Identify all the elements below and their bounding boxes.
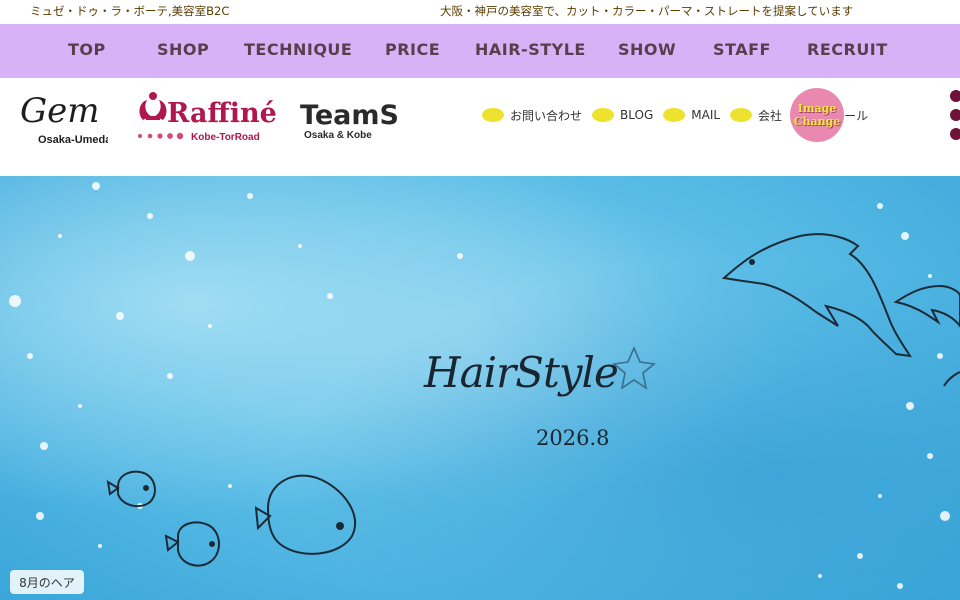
teams-logo-name: TeamS [300,100,399,131]
yellow-dot-icon [482,108,504,122]
nav-item-hair-style[interactable]: HAIR-STYLE [475,40,586,59]
gem-logo-name: Gem [20,91,100,131]
nav-item-show[interactable]: SHOW [618,40,676,59]
nav-item-price[interactable]: PRICE [385,40,440,59]
raffine-dots-icon [138,132,184,140]
teams-logo-sub: Osaka & Kobe [304,130,372,141]
teams-logo[interactable]: TeamS Osaka & Kobe [298,88,414,144]
raffine-logo-sub: Kobe-TorRoad [191,132,260,143]
shop-logo-bar: Gem Osaka-Umeda Raffiné Kobe-TorRoad Tea… [0,78,960,176]
image-change-line1: Image [797,102,837,115]
hero-date: 2026.8 [536,426,610,450]
gem-logo-sub: Osaka-Umeda [38,134,108,146]
raffine-crest-icon [139,92,167,120]
main-nav: TOP SHOP TECHNIQUE PRICE HAIR-STYLE SHOW… [0,24,960,78]
hero-month-badge[interactable]: 8月のヘア [10,570,84,594]
nav-item-recruit[interactable]: RECRUIT [807,40,888,59]
link-mail-label: MAIL [691,108,721,122]
site-description: 大阪・神戸の美容室で、カット・カラー・パーマ・ストレートを提案しています [440,4,854,18]
image-change-button[interactable]: Image Change [790,88,844,142]
nav-item-top[interactable]: TOP [68,40,106,59]
link-contact[interactable]: お問い合わせ [482,107,582,124]
link-company[interactable]: 会社 [730,107,782,124]
link-mail[interactable]: MAIL [663,108,720,122]
raffine-logo[interactable]: Raffiné Kobe-TorRoad [133,84,285,144]
top-info-bar: ミュゼ・ドゥ・ラ・ボーテ,美容室B2C 大阪・神戸の美容室で、カット・カラー・パ… [0,0,960,24]
link-blog-label: BLOG [620,108,654,122]
nav-item-technique[interactable]: TECHNIQUE [244,40,352,59]
yellow-dot-icon [663,108,686,122]
menu-dots-icon[interactable] [950,90,960,140]
link-blog[interactable]: BLOG [592,108,653,122]
yellow-dot-icon [730,108,753,122]
raffine-logo-name: Raffiné [167,98,277,129]
image-change-line2: Change [793,115,841,128]
link-contact-label: お問い合わせ [510,108,583,123]
hero-banner: HairStyle 2026.8 8月のヘア [0,176,960,600]
nav-item-staff[interactable]: STAFF [713,40,771,59]
link-company-label: 会社 [758,108,783,123]
hero-title: HairStyle [424,348,619,397]
site-tagline: ミュゼ・ドゥ・ラ・ボーテ,美容室B2C [30,4,230,18]
gem-logo[interactable]: Gem Osaka-Umeda [16,86,112,146]
yellow-dot-icon [592,108,615,122]
nav-item-shop[interactable]: SHOP [157,40,209,59]
